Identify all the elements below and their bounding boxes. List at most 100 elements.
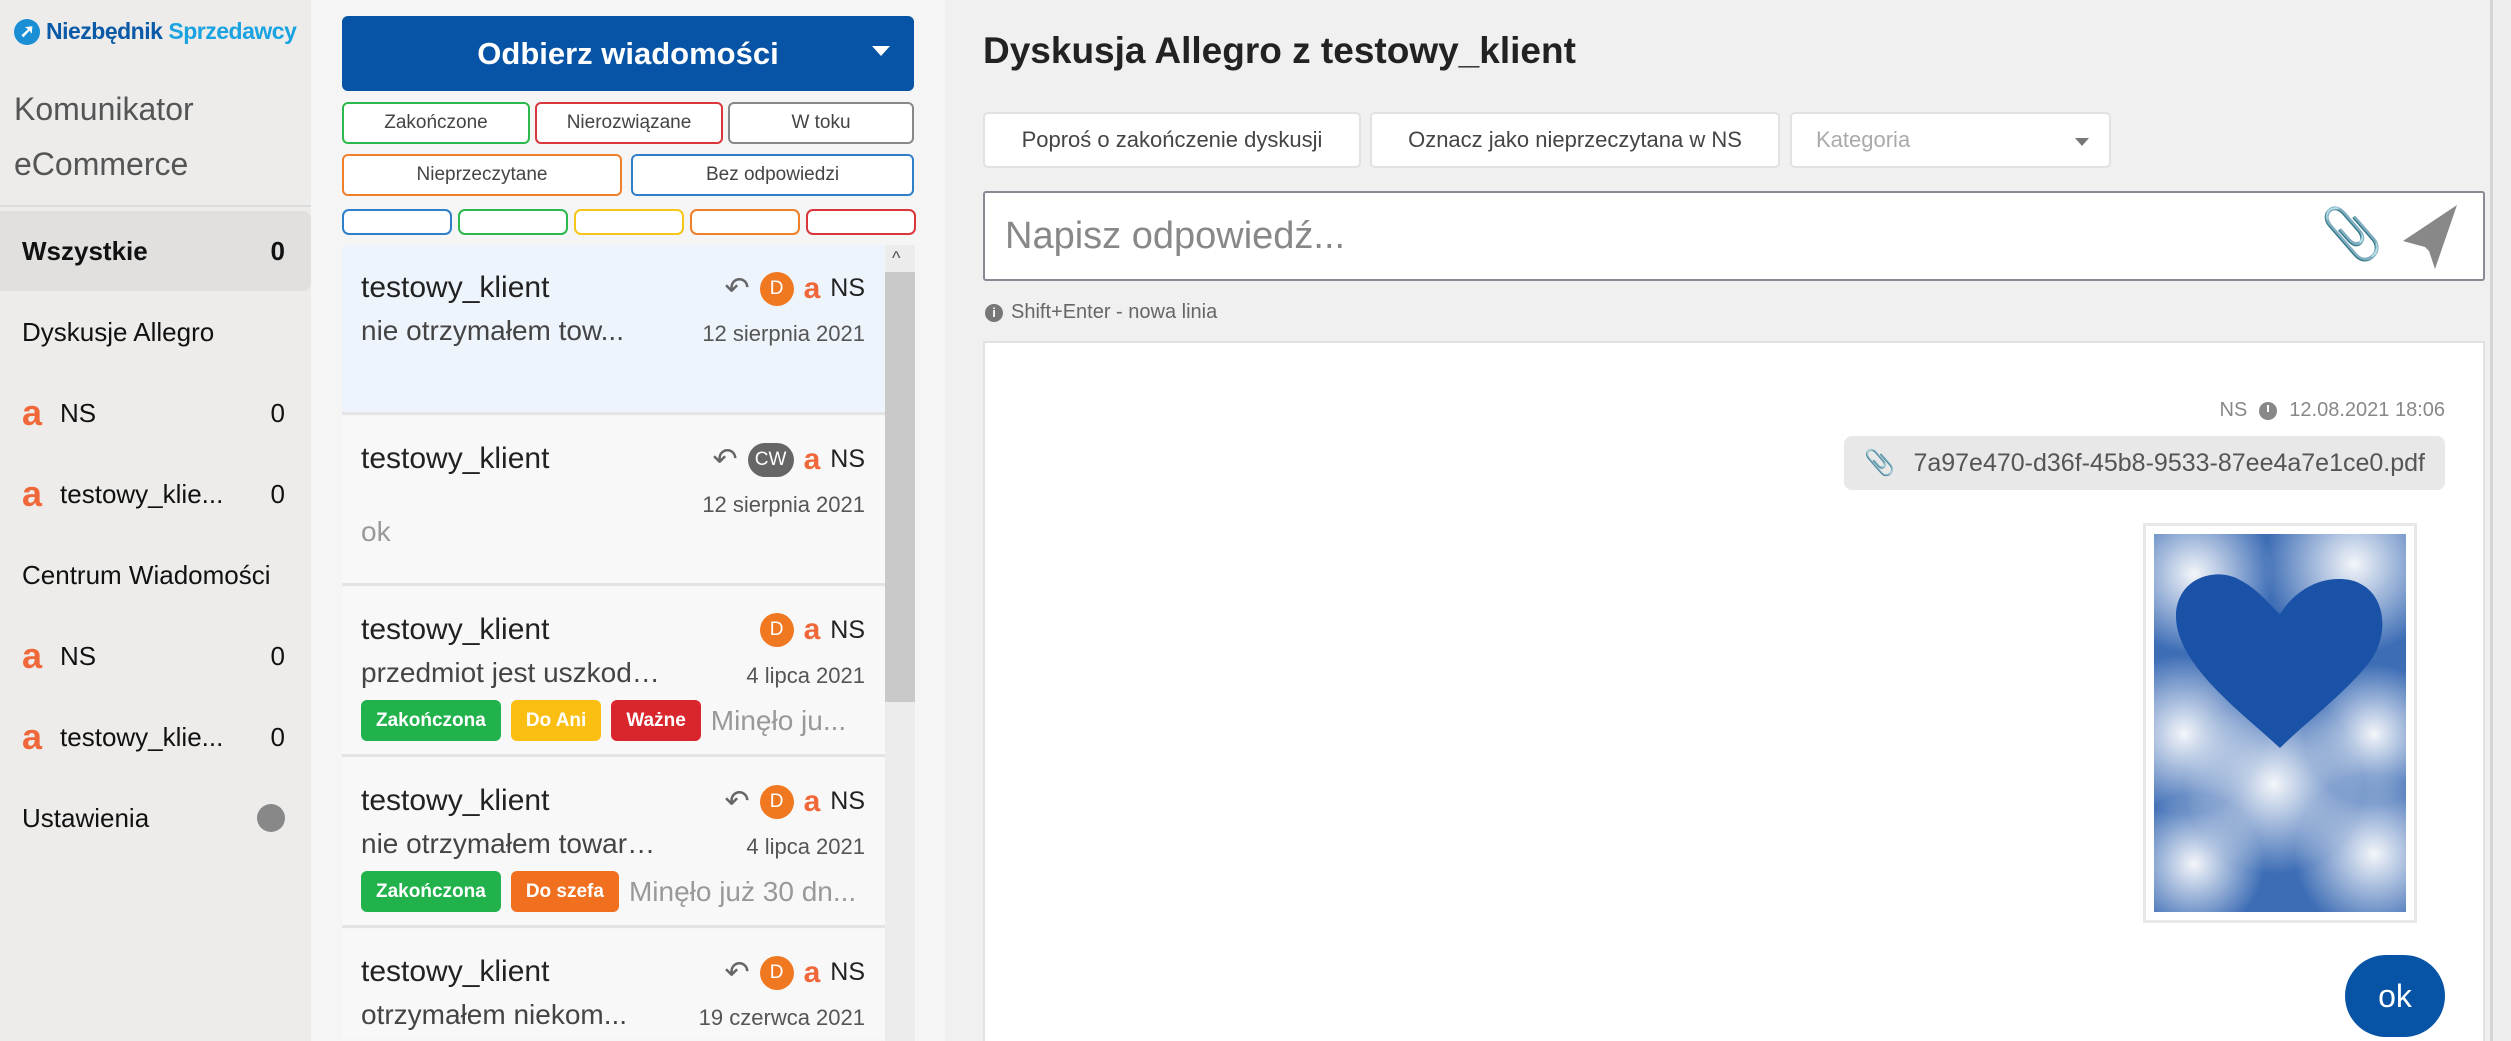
attachment-name: 7a97e470-d36f-45b8-9533-87ee4a7e1ce0.pdf (1913, 448, 2425, 477)
thread-snippet: nie otrzymałem tow... (361, 315, 624, 346)
thread-name: testowy_klient (361, 442, 550, 475)
user-badge: CW (747, 442, 794, 477)
message-author: NS (2219, 399, 2248, 421)
sidebar-item[interactable]: a NS 0 (0, 373, 311, 453)
user-badge: D (759, 613, 794, 647)
sidebar-item[interactable]: Ustawienia (0, 778, 311, 858)
thread-list: testowy_klient ↶ Da NS nie otrzymałem tow...… (342, 245, 885, 1041)
thread-item[interactable]: testowy_klient Da NS przedmiot jest uszkodz… (342, 587, 885, 757)
sidebar-item: Dyskusje Allegro (0, 292, 311, 372)
sidebar-item-label: Dyskusje Allegro (22, 316, 215, 347)
filter-button[interactable]: Nierozwiązane (535, 102, 723, 144)
fetch-messages-label: Odbierz wiadomości (477, 35, 779, 71)
mark-unread-button[interactable]: Oznacz jako nieprzeczytana w NS (1370, 112, 1780, 168)
thread-item[interactable]: testowy_klient ↶ Da NS otrzymałem niekom... 1… (342, 929, 885, 1039)
sidebar-item-count: 0 (270, 640, 285, 671)
filter-button[interactable]: W toku (728, 102, 914, 144)
reply-icon: ↶ (724, 785, 750, 818)
thread-item[interactable]: testowy_klient ↶ CW a NS 12 sierpnia 2021 ok (342, 416, 885, 586)
app-title-line: eCommerce (14, 146, 189, 182)
tag-badge: Zakończona (361, 871, 501, 912)
attachment-chip[interactable]: 📎 7a97e470-d36f-45b8-9533-87ee4a7e1ce0.p… (1844, 436, 2445, 490)
logo[interactable]: ➚ Niezbędnik Sprzedawcy (14, 18, 297, 45)
scroll-up-icon[interactable]: ^ (892, 248, 900, 269)
messages-panel: NS 12.08.2021 18:06 📎 7a97e470-d36f-45b8… (983, 341, 2485, 1041)
sidebar-item-label: Ustawienia (22, 802, 150, 833)
color-filter-button[interactable] (574, 209, 684, 235)
reply-input[interactable] (1005, 213, 2255, 259)
thread-icons: ↶ Da NS (724, 784, 865, 819)
color-filter-button[interactable] (806, 209, 916, 235)
app-title: Komunikator eCommerce (14, 82, 194, 192)
account-name: NS (830, 787, 865, 815)
thread-tags: Zakończona Do Ani Ważne Minęło ju... (361, 700, 871, 741)
allegro-icon: a (22, 473, 43, 514)
thread-snippet: nie otrzymałem towaru ... (361, 828, 661, 859)
account-name: NS (830, 445, 865, 473)
sidebar-item-count: 0 (270, 235, 285, 266)
allegro-icon: a (803, 613, 821, 646)
clock-icon (2259, 401, 2278, 420)
allegro-icon: a (22, 716, 43, 757)
category-select[interactable]: Kategoria (1790, 112, 2111, 168)
attach-icon[interactable]: 📎 (2321, 205, 2383, 264)
allegro-icon: a (22, 635, 43, 676)
divider (0, 205, 311, 207)
logo-text-accent: Sprzedawcy (168, 18, 297, 44)
filter-button[interactable]: Zakończone (342, 102, 530, 144)
thread-date: 4 lipca 2021 (746, 834, 865, 859)
heart-cloud-image (2104, 474, 2454, 934)
sidebar-item: Centrum Wiadomości (0, 535, 311, 615)
account-name: NS (830, 615, 865, 644)
reply-box: 📎 (983, 191, 2485, 281)
thread-icons: ↶ Da NS (724, 271, 865, 306)
logo-icon: ➚ (14, 18, 40, 45)
message-time: 12.08.2021 18:06 (2289, 399, 2445, 421)
fetch-messages-button[interactable]: Odbierz wiadomości (342, 16, 914, 91)
thread-date: 12 sierpnia 2021 (702, 492, 865, 517)
page-scrollbar[interactable] (2490, 0, 2511, 1041)
tag-badge: Do Ani (510, 700, 602, 741)
thread-name: testowy_klient (361, 955, 550, 988)
tag-badge: Ważne (611, 700, 701, 741)
color-filter-button[interactable] (458, 209, 568, 235)
sidebar: ➚ Niezbędnik Sprzedawcy Komunikator eCom… (0, 0, 311, 1041)
tag-badge: Do szefa (510, 871, 619, 912)
sidebar-item-label: NS (60, 397, 97, 428)
filter-button[interactable]: Nieprzeczytane (342, 154, 622, 196)
thread-date: 12 sierpnia 2021 (702, 321, 865, 346)
logo-text: Niezbędnik (46, 18, 163, 44)
request-close-discussion-button[interactable]: Poproś o zakończenie dyskusji (983, 112, 1361, 168)
color-filter-button[interactable] (342, 209, 452, 235)
sidebar-item[interactable]: a testowy_klie... 0 (0, 697, 311, 777)
send-icon[interactable] (2399, 201, 2461, 273)
scrollbar-thumb[interactable] (885, 272, 915, 702)
sidebar-item-label: Wszystkie (22, 235, 148, 266)
dropdown-caret-icon[interactable] (872, 46, 890, 56)
reply-icon: ↶ (724, 272, 750, 305)
thread-item[interactable]: testowy_klient ↶ Da NS nie otrzymałem towaru… (342, 758, 885, 928)
thread-icons: Da NS (759, 613, 865, 647)
thread-item[interactable]: testowy_klient ↶ Da NS nie otrzymałem tow...… (342, 245, 885, 415)
allegro-icon: a (803, 784, 821, 818)
thread-preview: Minęło już 30 dn... (628, 875, 857, 907)
sidebar-item[interactable]: Wszystkie 0 (0, 211, 311, 291)
thread-name: testowy_klient (361, 271, 550, 304)
sidebar-item-label: NS (60, 640, 97, 671)
gear-icon[interactable] (257, 804, 285, 832)
sidebar-item[interactable]: a testowy_klie... 0 (0, 454, 311, 534)
filter-button[interactable]: Bez odpowiedzi (631, 154, 914, 196)
user-badge: D (759, 955, 794, 990)
sidebar-item-label: Centrum Wiadomości (22, 559, 271, 590)
message-bubble: ok (2345, 955, 2445, 1037)
image-attachment[interactable] (2104, 474, 2454, 934)
thread-icons: ↶ CW a NS (712, 442, 865, 477)
thread-tags: Zakończona Do szefa Minęło już 30 dn... (361, 871, 871, 912)
sidebar-item-label: testowy_klie... (60, 721, 224, 752)
color-filter-button[interactable] (690, 209, 800, 235)
thread-snippet: otrzymałem niekom... (361, 999, 628, 1030)
sidebar-item[interactable]: a NS 0 (0, 616, 311, 696)
thread-preview: ok (361, 516, 391, 547)
user-badge: D (759, 784, 794, 819)
reply-icon: ↶ (712, 443, 738, 476)
